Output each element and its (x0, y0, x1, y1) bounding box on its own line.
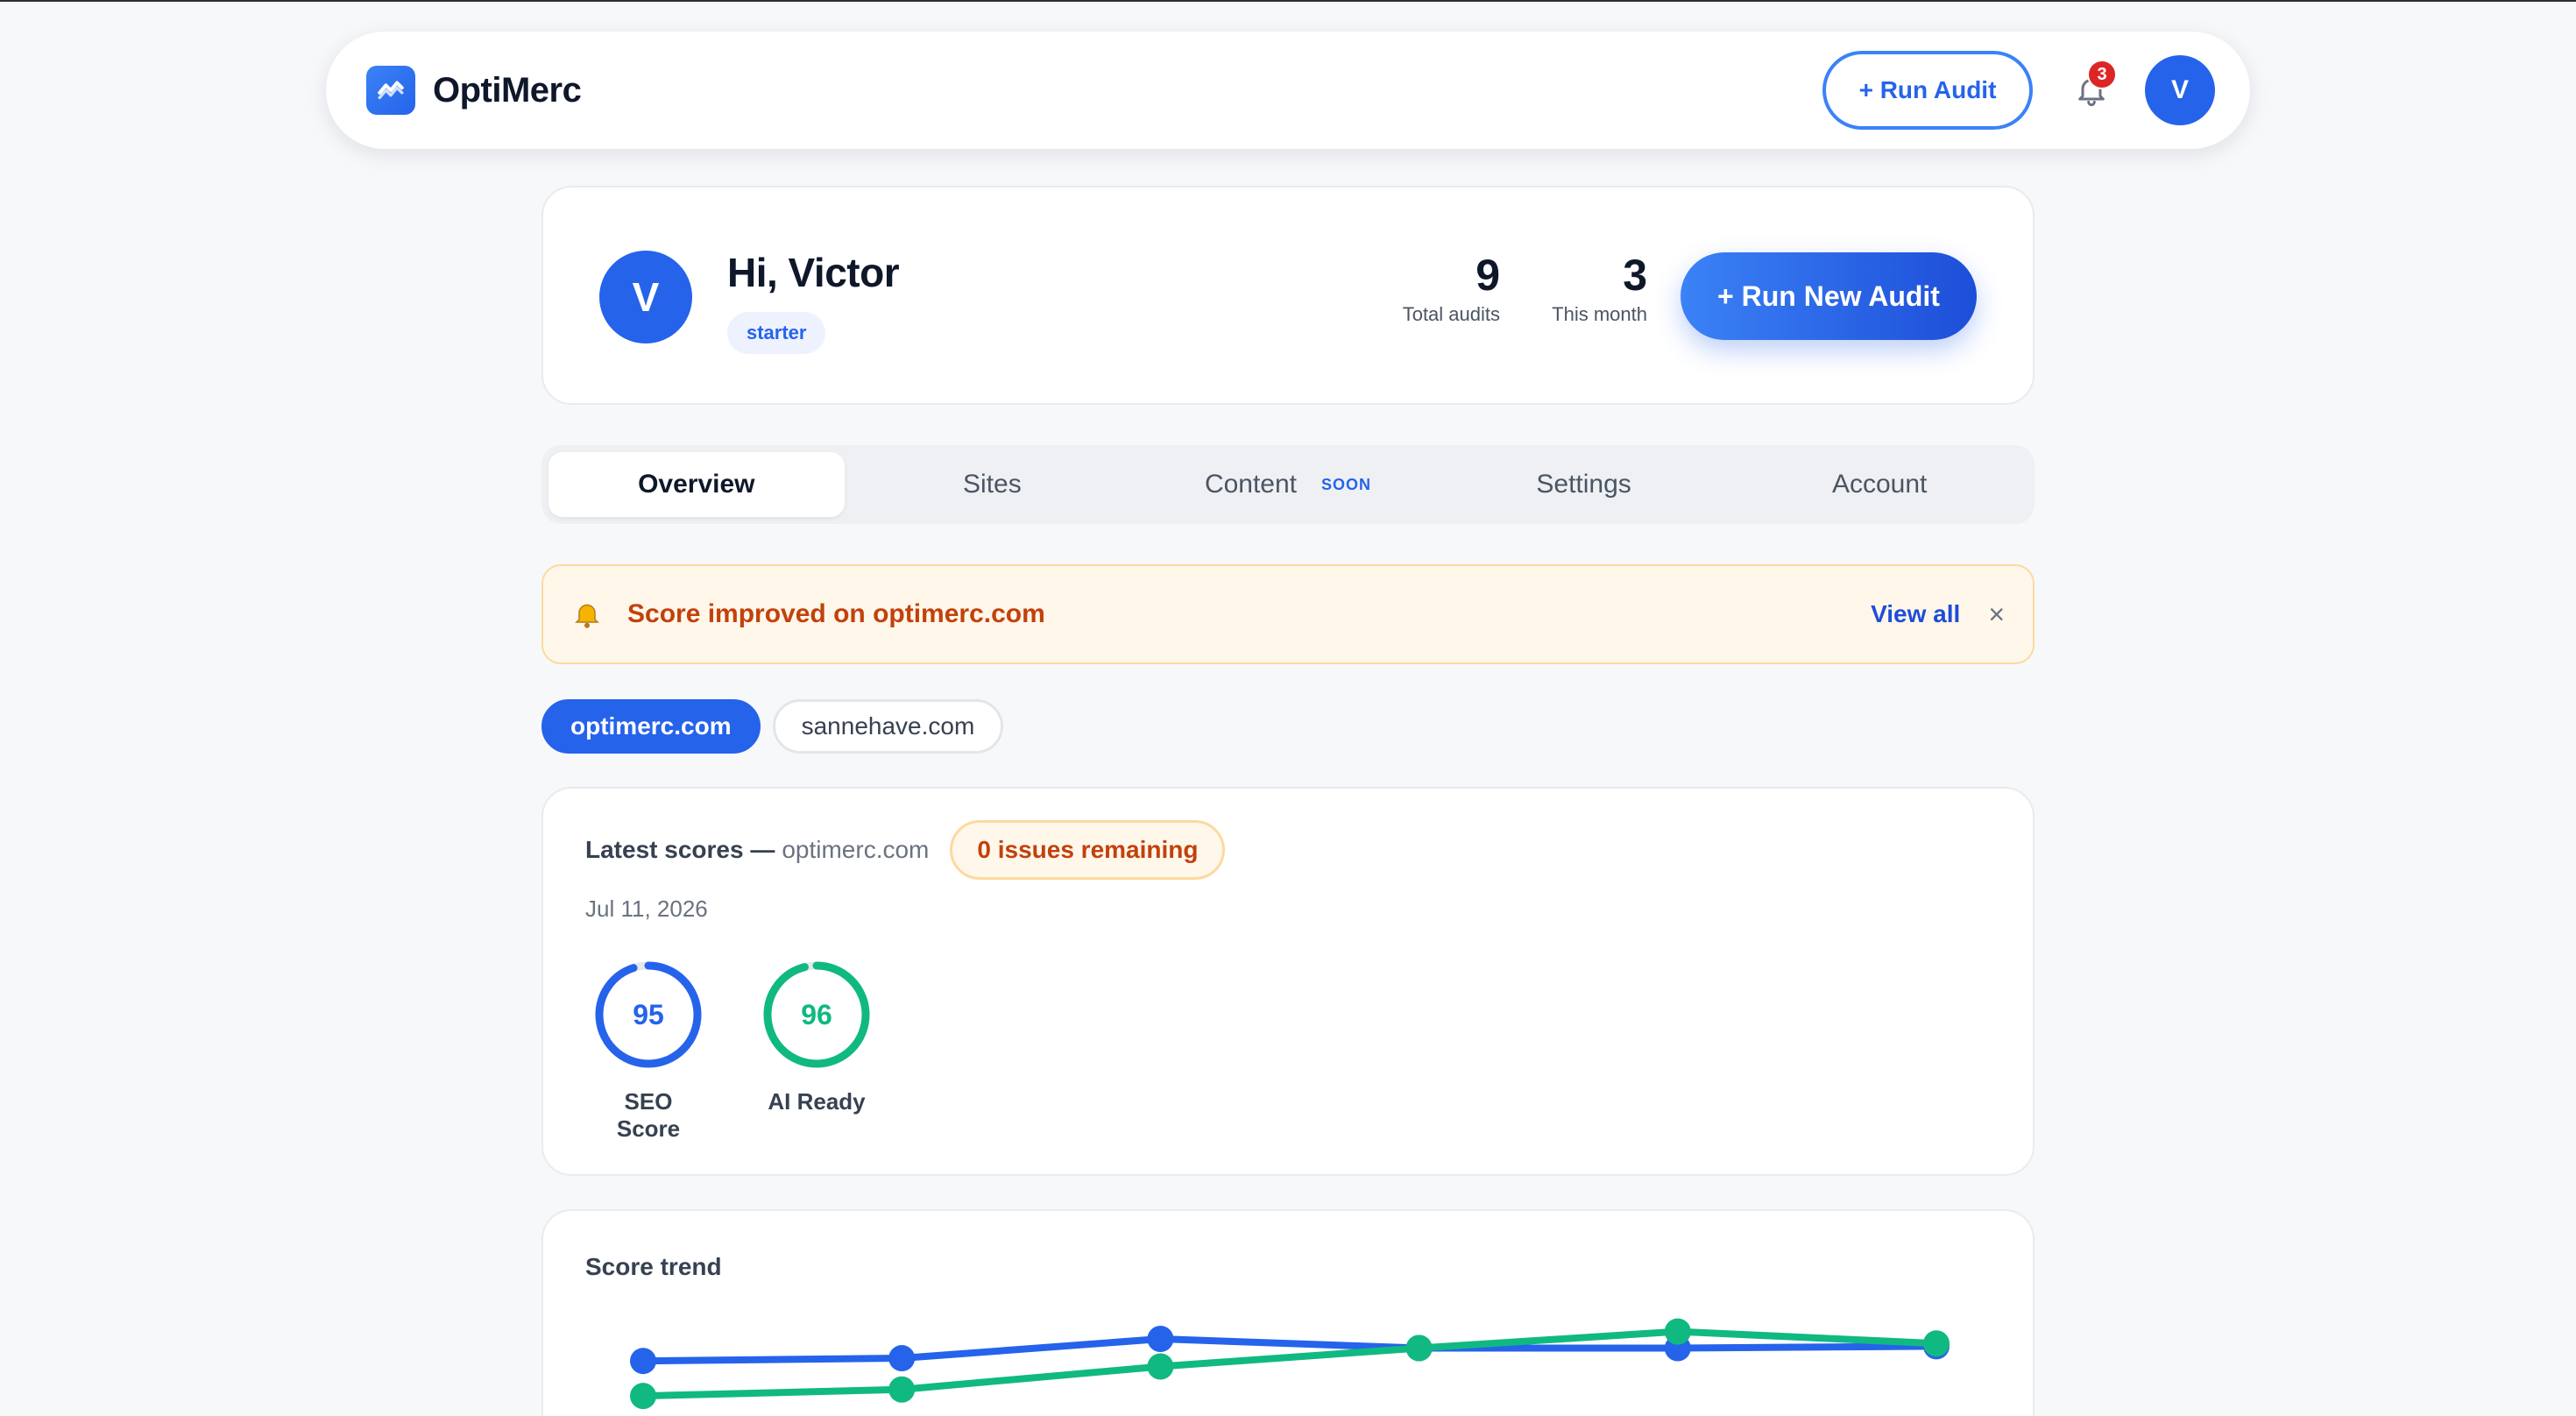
profile-card: V Hi, Victor starter 9 Total audits 3 Th… (541, 186, 2035, 405)
close-icon[interactable]: × (1988, 600, 2005, 628)
trend-point-0-2[interactable] (1147, 1326, 1174, 1352)
scores-site: optimerc.com (782, 836, 930, 863)
user-avatar[interactable]: V (2145, 55, 2215, 125)
total-audits-label: Total audits (1402, 303, 1500, 325)
site-pill-optimerc[interactable]: optimerc.com (541, 699, 761, 754)
this-month-value: 3 (1623, 251, 1647, 300)
view-all-link[interactable]: View all (1871, 600, 1960, 628)
score-alert-banner: Score improved on optimerc.com View all … (541, 564, 2035, 664)
tab-content[interactable]: Content SOON (1140, 452, 1436, 517)
total-audits-value: 9 (1476, 251, 1500, 300)
ai-ready-gauge: 96 AI Ready (762, 960, 885, 1115)
run-audit-button[interactable]: + Run Audit (1822, 51, 2033, 130)
tab-overview-label: Overview (638, 470, 755, 499)
trend-point-1-4[interactable] (1664, 1318, 1691, 1345)
trend-point-1-3[interactable] (1405, 1335, 1433, 1362)
total-audits-stat: 9 Total audits (1403, 251, 1500, 326)
trend-point-1-0[interactable] (630, 1383, 656, 1410)
brand-name[interactable]: OptiMerc (433, 71, 582, 110)
top-navbar: OptiMerc + Run Audit 3 V (326, 32, 2250, 149)
ai-ready-label: AI Ready (768, 1088, 866, 1115)
seo-score-label: SEO Score (616, 1088, 681, 1142)
score-trend-card: Score trend (541, 1209, 2035, 1416)
tab-account-label: Account (1831, 470, 1928, 499)
main-tabs: Overview Sites Content SOON Settings Acc… (541, 445, 2035, 524)
notifications-button[interactable]: 3 (2068, 60, 2117, 114)
seo-score-gauge: 95 SEO Score (594, 960, 717, 1143)
tab-overview[interactable]: Overview (548, 452, 845, 517)
scores-header: Latest scores — optimerc.com 0 issues re… (585, 820, 1226, 880)
navbar-actions: + Run Audit 3 V (1822, 51, 2215, 130)
latest-scores-card: Latest scores — optimerc.com 0 issues re… (541, 787, 2035, 1176)
trend-point-0-1[interactable] (888, 1345, 916, 1372)
tab-sites-label: Sites (963, 470, 1022, 499)
scores-date: Jul 11, 2026 (585, 896, 708, 922)
plan-badge: starter (727, 312, 826, 354)
trend-point-0-0[interactable] (630, 1348, 656, 1375)
greeting: Hi, Victor (727, 250, 900, 295)
alert-message: Score improved on optimerc.com (627, 599, 1045, 628)
issues-badge: 0 issues remaining (950, 820, 1226, 880)
trend-point-1-5[interactable] (1923, 1330, 1950, 1357)
tab-sites[interactable]: Sites (845, 452, 1141, 517)
seo-score-value: 95 (633, 998, 664, 1030)
notification-count-badge: 3 (2087, 60, 2117, 89)
score-trend-chart (630, 1318, 1950, 1410)
run-new-audit-button[interactable]: + Run New Audit (1681, 252, 1977, 340)
bell-icon (571, 597, 606, 632)
profile-avatar: V (599, 251, 692, 343)
this-month-stat: 3 This month (1552, 251, 1647, 326)
soon-badge: SOON (1321, 475, 1372, 493)
site-pill-sannehave[interactable]: sannehave.com (772, 699, 1004, 754)
trend-point-1-1[interactable] (888, 1376, 916, 1403)
ai-ready-value: 96 (801, 998, 832, 1030)
tab-settings[interactable]: Settings (1436, 452, 1732, 517)
tab-settings-label: Settings (1536, 470, 1631, 499)
tab-content-label: Content (1204, 470, 1298, 499)
scores-title: Latest scores — (585, 836, 775, 863)
this-month-label: This month (1552, 303, 1647, 325)
logo-icon[interactable] (366, 66, 415, 115)
site-selector: optimerc.com sannehave.com (541, 699, 1004, 754)
tab-account[interactable]: Account (1731, 452, 2028, 517)
trend-point-1-2[interactable] (1147, 1353, 1174, 1380)
